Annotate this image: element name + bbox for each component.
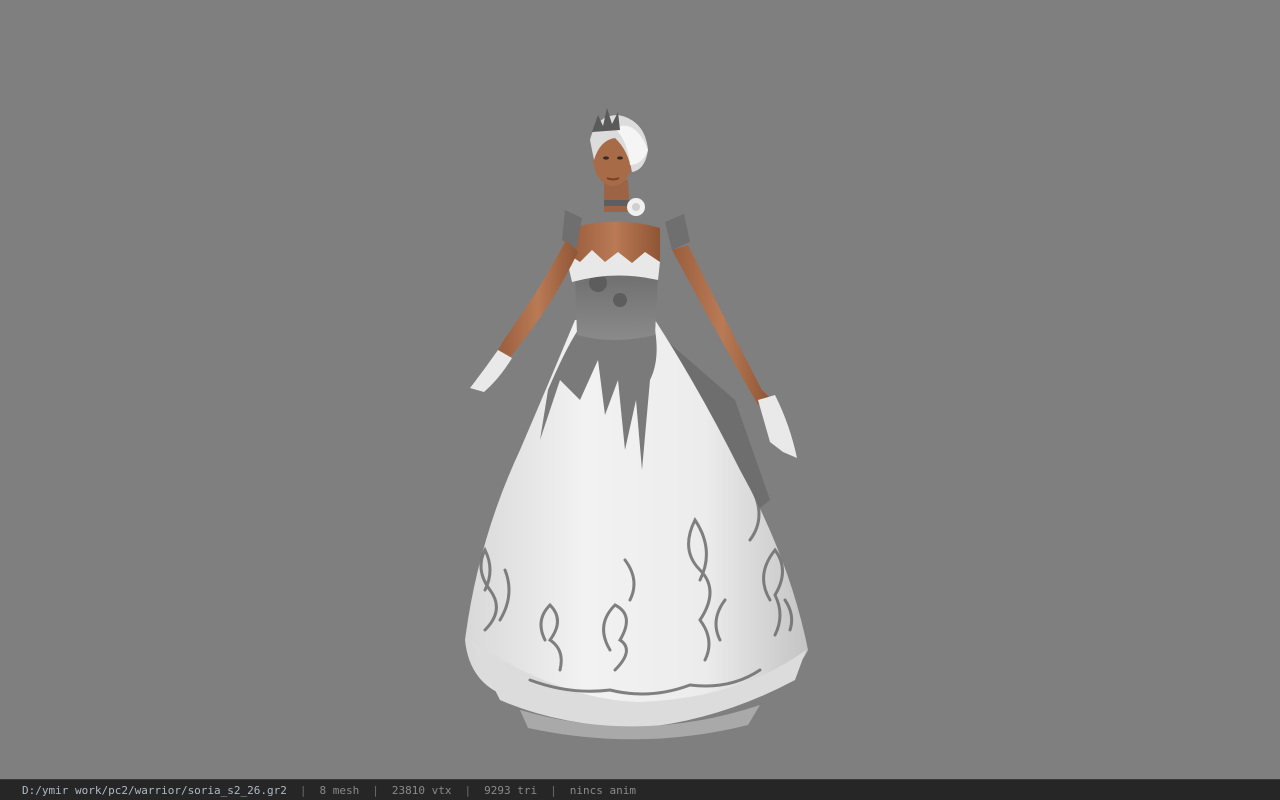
mesh-count: 8 mesh: [319, 783, 360, 797]
status-bar: D:/ymir work/pc2/warrior/soria_s2_26.gr2…: [0, 779, 1280, 800]
separator: |: [550, 783, 557, 797]
anim-status: nincs anim: [569, 783, 636, 797]
separator: |: [464, 783, 472, 797]
vertex-count: 23810 vtx: [391, 783, 452, 797]
file-path: D:/ymir work/pc2/warrior/soria_s2_26.gr2: [22, 783, 287, 797]
triangle-count: 9293 tri: [484, 783, 538, 797]
separator: |: [299, 783, 307, 797]
character-model[interactable]: [0, 0, 1280, 779]
3d-viewport[interactable]: [0, 0, 1280, 779]
separator: |: [372, 783, 379, 797]
